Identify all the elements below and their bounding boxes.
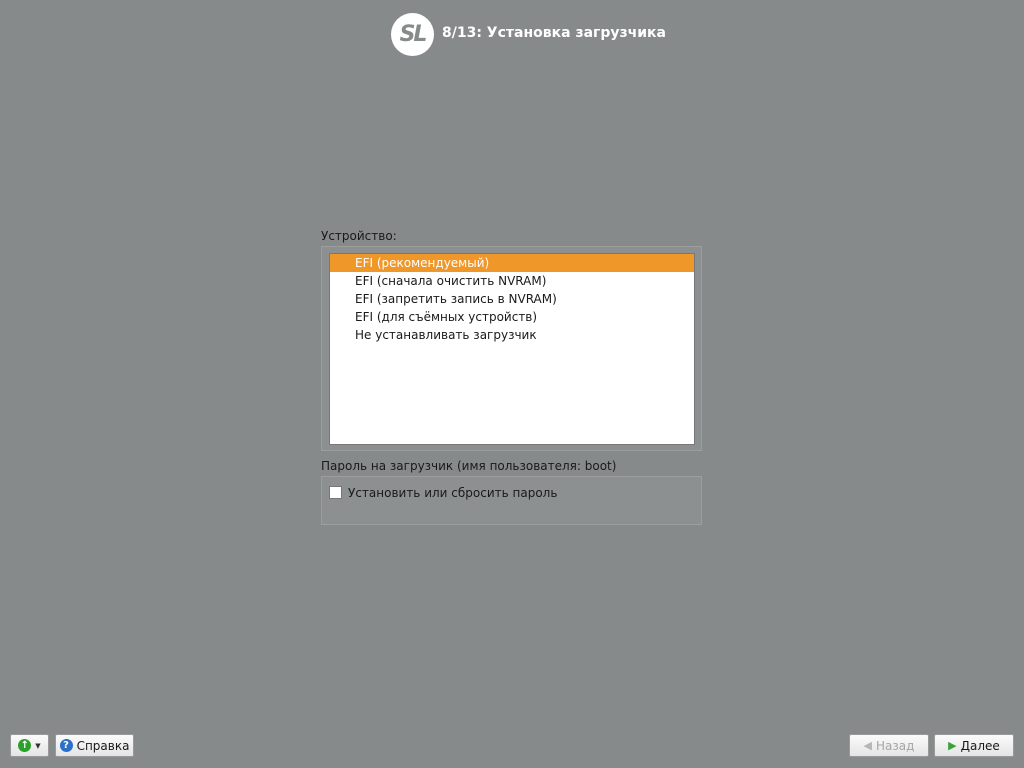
password-section-label: Пароль на загрузчик (имя пользователя: b… [321,459,617,473]
password-frame [321,476,702,525]
device-option[interactable]: EFI (для съёмных устройств) [330,308,694,326]
logo: SL [391,13,434,56]
up-arrow-icon: ↑ [18,739,32,752]
device-list[interactable]: EFI (рекомендуемый) EFI (сначала очистит… [329,253,695,445]
device-option[interactable]: Не устанавливать загрузчик [330,326,694,344]
device-option[interactable]: EFI (рекомендуемый) [330,254,694,272]
next-button[interactable]: ▶ Далее [934,734,1014,757]
next-button-label: Далее [960,738,1000,753]
device-option[interactable]: EFI (запретить запись в NVRAM) [330,290,694,308]
help-button[interactable]: ? Справка [55,734,134,757]
up-button[interactable]: ↑ ▼ [10,734,49,757]
dropdown-caret-icon: ▼ [35,741,41,750]
device-label: Устройство: [321,229,397,243]
set-password-label[interactable]: Установить или сбросить пароль [348,486,557,500]
page-title: 8/13: Установка загрузчика [442,25,666,41]
next-arrow-icon: ▶ [948,739,957,752]
help-icon: ? [59,739,73,752]
back-button[interactable]: ◀ Назад [849,734,929,757]
set-password-checkbox[interactable] [329,486,342,499]
back-arrow-icon: ◀ [863,739,873,752]
header: SL 8/13: Установка загрузчика [0,13,1024,57]
back-button-label: Назад [876,738,915,753]
logo-text: SL [399,22,428,47]
help-button-label: Справка [76,738,130,753]
device-option[interactable]: EFI (сначала очистить NVRAM) [330,272,694,290]
